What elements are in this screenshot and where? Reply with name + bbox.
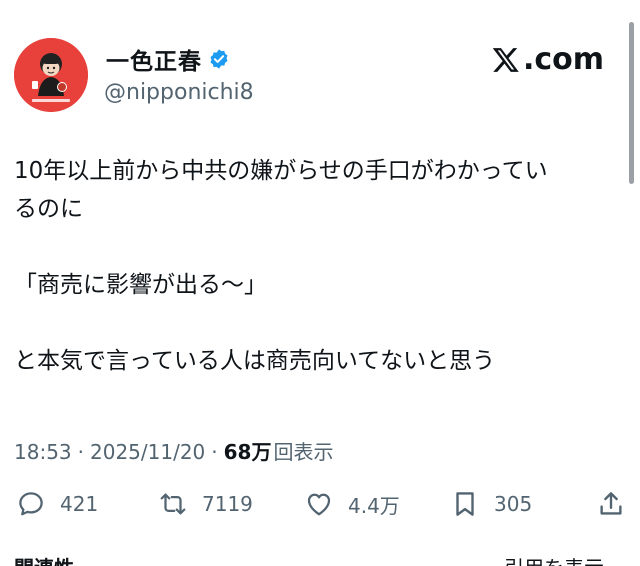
reply-icon (19, 492, 43, 516)
avatar[interactable] (14, 38, 88, 112)
bottom-bar: 関連性 引用を表示 (0, 552, 640, 566)
tweet-line: 10年以上前から中共の嫌がらせの手口がわかってい (14, 158, 548, 184)
retweet-button[interactable]: 7119 (158, 484, 253, 524)
author-handle[interactable]: @nipponichi8 (104, 80, 254, 105)
meta-separator: · (211, 440, 218, 464)
reply-button[interactable]: 421 (16, 484, 98, 524)
tweet-line: 「商売に影響が出る〜」 (14, 272, 267, 298)
related-sort-button[interactable]: 関連性 (14, 552, 74, 566)
view-quotes-link[interactable]: 引用を表示 (504, 552, 604, 566)
brand-logo: .com (491, 42, 604, 77)
heart-icon (307, 493, 331, 516)
bookmark-button[interactable]: 305 (450, 484, 532, 524)
like-button[interactable]: 4.4万 (304, 484, 400, 524)
bookmark-count: 305 (494, 492, 533, 516)
avatar-illustration (14, 38, 88, 112)
tweet-text: 10年以上前から中共の嫌がらせの手口がわかってい るのに 「商売に影響が出る〜」… (14, 152, 624, 380)
views-label: 回表示 (273, 440, 334, 464)
verified-badge-icon (210, 49, 228, 69)
tweet-line: るのに (14, 196, 83, 222)
retweet-icon (160, 493, 186, 515)
views-count: 68万 (223, 440, 272, 464)
share-icon (600, 492, 622, 515)
tweet-meta: 18:53 · 2025/11/20 · 68万 回表示 (14, 436, 333, 465)
scrollbar[interactable] (629, 22, 634, 184)
meta-separator: · (77, 440, 84, 464)
reply-count: 421 (60, 492, 99, 516)
brand-label: .com (522, 42, 604, 77)
retweet-count: 7119 (202, 492, 253, 516)
tweet-time[interactable]: 18:53 (14, 440, 72, 464)
like-count: 4.4万 (348, 493, 400, 518)
tweet-line: と本気で言っている人は商売向いてないと思う (14, 348, 496, 374)
tweet-date[interactable]: 2025/11/20 (90, 440, 205, 464)
action-bar: 421 7119 4.4万 305 (0, 484, 640, 524)
author-display-name[interactable]: 一色正春 (106, 42, 202, 76)
share-button[interactable] (596, 484, 626, 524)
bookmark-icon (456, 492, 474, 516)
x-logo-icon (492, 47, 519, 72)
author-name[interactable]: 一色正春 (106, 42, 230, 76)
